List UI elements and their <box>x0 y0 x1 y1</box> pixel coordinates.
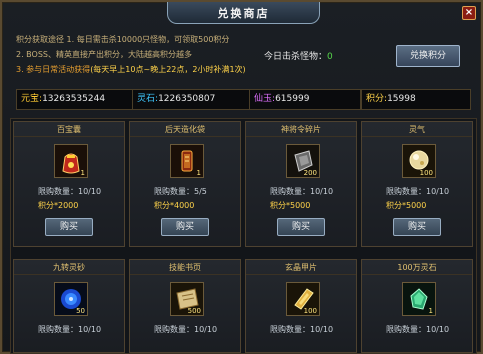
close-button[interactable]: × <box>462 6 476 20</box>
item-count: 100 <box>303 307 317 315</box>
item-price: 积分*5000 <box>386 201 427 210</box>
item-count: 1 <box>80 169 85 177</box>
currency-value: 1226350807 <box>158 94 216 104</box>
item-card: 100万灵石 1 限购数量：10/10 <box>361 259 473 353</box>
item-slot[interactable]: 50 <box>54 282 88 316</box>
currency-label: 积分 <box>366 94 385 104</box>
item-card: 神将令碎片 200 限购数量：10/10 积分*5000 购买 <box>245 121 357 247</box>
item-card: 灵气 100 限购数量：10/10 积分*5000 购买 <box>361 121 473 247</box>
info-line-3-prefix: 3. 参与日常活动获得 <box>16 65 91 74</box>
item-card: 玄晶甲片 100 限购数量：10/10 <box>245 259 357 353</box>
item-limit: 限购数量：10/10 <box>270 187 334 196</box>
item-limit: 限购数量：10/10 <box>154 325 218 334</box>
item-limit: 限购数量：10/10 <box>386 187 450 196</box>
currency-bar: 元宝:13263535244 灵石:1226350807 仙玉:615999 积… <box>16 89 471 110</box>
item-card: 技能书页 500 限购数量：10/10 <box>129 259 241 353</box>
info-line-3-highlight: (每天早上10点~晚上22点，2小时补满1次) <box>90 65 246 74</box>
item-slot[interactable]: 1 <box>170 144 204 178</box>
item-name: 灵气 <box>362 122 472 137</box>
currency-value: 615999 <box>275 94 310 104</box>
item-limit: 限购数量：10/10 <box>38 325 102 334</box>
exchange-shop-window: 兑换商店 × 积分获取途径 1. 每日需击杀10000只怪物，可领取500积分 … <box>0 0 483 354</box>
currency-value: 13263535244 <box>42 94 106 104</box>
item-limit: 限购数量：5/5 <box>154 187 207 196</box>
item-name: 后天造化袋 <box>130 122 240 137</box>
buy-button[interactable]: 购买 <box>45 218 93 236</box>
info-line-3: 3. 参与日常活动获得(每天早上10点~晚上22点，2小时补满1次) <box>16 62 316 77</box>
exchange-points-button[interactable]: 兑换积分 <box>396 45 460 67</box>
today-kills-label: 今日击杀怪物： <box>264 52 328 62</box>
currency-xianyu: 仙玉:615999 <box>249 89 361 110</box>
today-kills: 今日击杀怪物：0 <box>264 49 333 62</box>
info-line-1: 积分获取途径 1. 每日需击杀10000只怪物，可领取500积分 <box>16 35 230 44</box>
buy-button[interactable]: 购买 <box>277 218 325 236</box>
item-slot[interactable]: 200 <box>286 144 320 178</box>
item-count: 200 <box>303 169 317 177</box>
item-name: 玄晶甲片 <box>246 260 356 275</box>
currency-label: 灵石 <box>137 94 156 104</box>
item-card: 九转灵砂 50 限购数量：10/10 <box>13 259 125 353</box>
currency-value: 15998 <box>387 94 416 104</box>
item-count: 500 <box>187 307 201 315</box>
item-grid: 百宝囊 1 限购数量：10/10 积分*2000 购买 后天造化袋 1 限购数量… <box>10 118 477 354</box>
window-title-plate: 兑换商店 <box>167 2 320 24</box>
item-slot[interactable]: 100 <box>286 282 320 316</box>
buy-button[interactable]: 购买 <box>393 218 441 236</box>
item-name: 百宝囊 <box>14 122 124 137</box>
item-count: 50 <box>76 307 85 315</box>
item-limit: 限购数量：10/10 <box>386 325 450 334</box>
item-slot[interactable]: 100 <box>402 144 436 178</box>
item-count: 100 <box>419 169 433 177</box>
item-name: 技能书页 <box>130 260 240 275</box>
currency-lingshi: 灵石:1226350807 <box>132 89 251 110</box>
item-slot[interactable]: 1 <box>54 144 88 178</box>
currency-yuanbao: 元宝:13263535244 <box>16 89 135 110</box>
item-slot[interactable]: 1 <box>402 282 436 316</box>
window-title: 兑换商店 <box>217 6 270 20</box>
item-count: 1 <box>428 307 433 315</box>
currency-label: 元宝 <box>21 94 40 104</box>
currency-points: 积分:15998 <box>361 89 471 110</box>
currency-label: 仙玉 <box>254 94 273 104</box>
item-count: 1 <box>196 169 201 177</box>
item-price: 积分*5000 <box>270 201 311 210</box>
item-name: 100万灵石 <box>362 260 472 275</box>
item-name: 九转灵砂 <box>14 260 124 275</box>
item-limit: 限购数量：10/10 <box>38 187 102 196</box>
item-name: 神将令碎片 <box>246 122 356 137</box>
buy-button[interactable]: 购买 <box>161 218 209 236</box>
item-card: 后天造化袋 1 限购数量：5/5 积分*4000 购买 <box>129 121 241 247</box>
item-price: 积分*2000 <box>38 201 79 210</box>
item-price: 积分*4000 <box>154 201 195 210</box>
item-limit: 限购数量：10/10 <box>270 325 334 334</box>
item-slot[interactable]: 500 <box>170 282 204 316</box>
item-card: 百宝囊 1 限购数量：10/10 积分*2000 购买 <box>13 121 125 247</box>
today-kills-value: 0 <box>327 52 333 62</box>
